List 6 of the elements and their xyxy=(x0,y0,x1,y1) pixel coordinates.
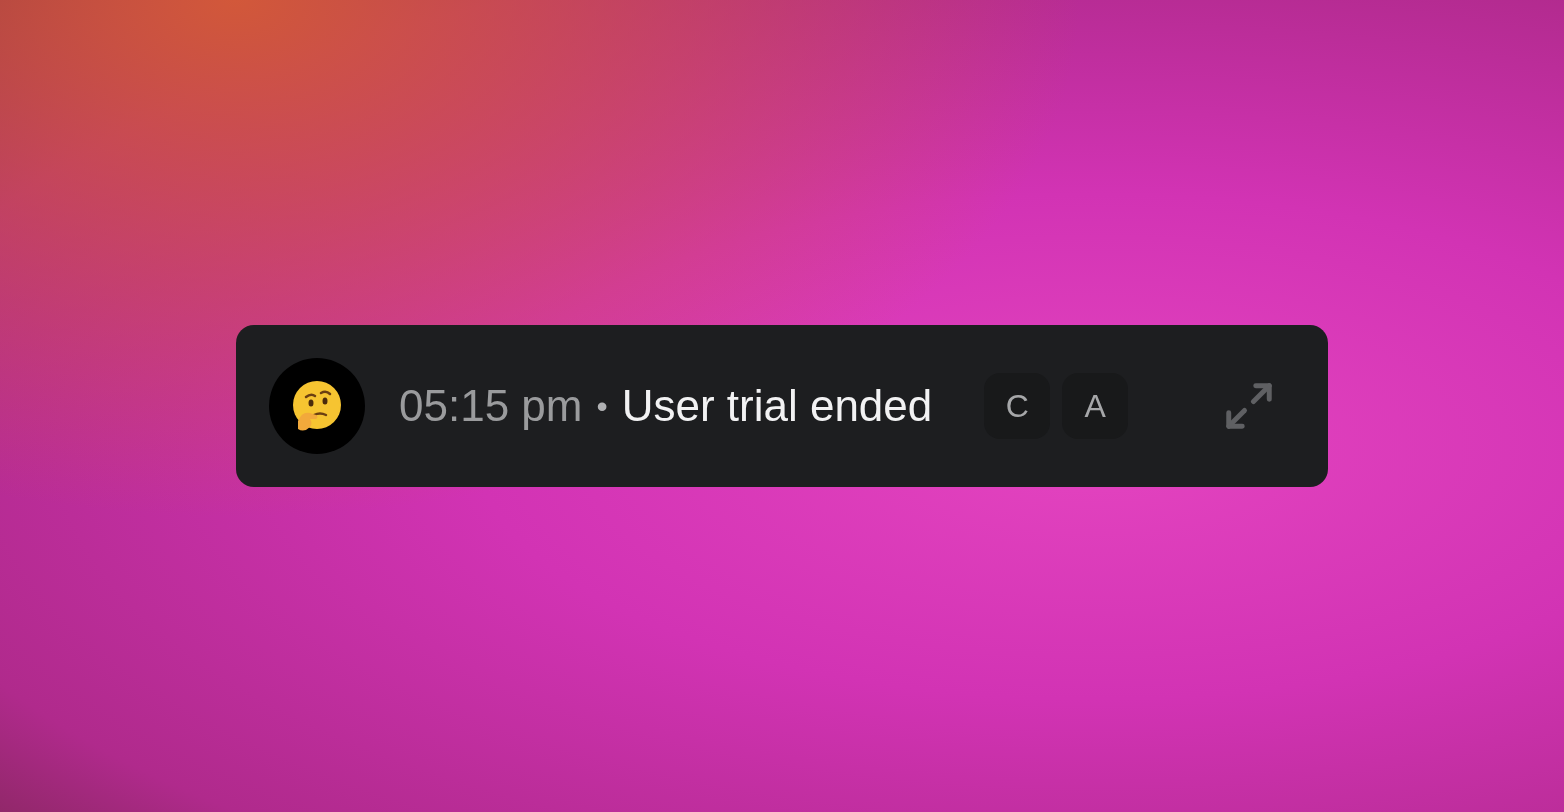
time-text: 05:15 pm xyxy=(399,384,583,428)
shortcut-key[interactable]: C xyxy=(984,373,1051,439)
shortcut-key[interactable]: A xyxy=(1062,373,1129,439)
separator-dot: • xyxy=(596,390,608,422)
thinking-emoji-icon xyxy=(290,379,344,433)
message-text: User trial ended xyxy=(621,384,933,428)
